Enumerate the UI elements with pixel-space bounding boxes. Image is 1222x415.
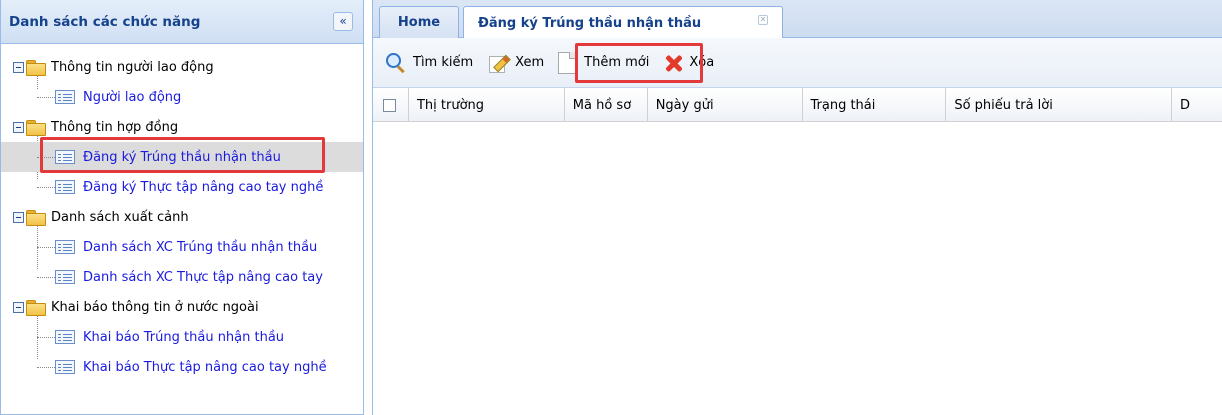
tree-group-label: Khai báo thông tin ở nước ngoài [51,299,259,315]
search-icon [385,52,407,74]
function-list-panel: Danh sách các chức năng « Thông tin ngườ… [0,0,364,415]
grid-body [373,122,1222,415]
folder-open-icon [26,60,46,76]
tree-item-label: Khai báo Thực tập nâng cao tay nghề [83,359,327,375]
tab-strip: Home Đăng ký Trúng thầu nhận thầu ✕ [373,0,1222,39]
new-document-icon [558,51,577,74]
delete-icon [663,52,685,74]
form-list-icon [55,240,75,254]
tree-guide-line [37,157,55,158]
form-list-icon [55,330,75,344]
tree-item-label: Danh sách XC Thực tập nâng cao tay [83,269,323,285]
tree-group-worker-info[interactable]: Thông tin người lao động [1,52,363,82]
delete-button[interactable]: Xóa [659,48,718,78]
collapse-toggle-icon[interactable] [13,61,24,73]
grid-header: Thị trường Mã hồ sơ Ngày gửi Trạng thái … [373,88,1222,122]
edit-icon [487,52,509,74]
tab-home[interactable]: Home [379,6,459,38]
column-header-market[interactable]: Thị trường [409,88,565,122]
tree-guide-line [37,337,55,338]
form-list-icon [55,180,75,194]
tree-guide-line [37,247,55,248]
tree-group-label: Thông tin người lao động [51,59,214,75]
tree-group-contract-info[interactable]: Thông tin hợp đồng [1,112,363,142]
tree-item-label: Đăng ký Thực tập nâng cao tay nghề [83,179,324,195]
tree-item-declare-skill-training[interactable]: Khai báo Thực tập nâng cao tay nghề [1,352,363,382]
tree-guide-line [37,367,55,368]
collapse-toggle-icon[interactable] [13,211,24,223]
tree-guide-line [37,277,55,278]
tree-item-label: Đăng ký Trúng thầu nhận thầu [83,149,281,165]
tree-item-label: Danh sách XC Trúng thầu nhận thầu [83,239,318,255]
column-header-truncated[interactable]: D [1172,88,1222,122]
column-header-response-count[interactable]: Số phiếu trả lời [946,88,1173,122]
select-all-checkbox[interactable] [383,98,396,112]
tree-group-label: Thông tin hợp đồng [51,119,179,135]
form-list-icon [55,270,75,284]
add-new-button[interactable]: Thêm mới [554,48,653,78]
collapse-toggle-icon[interactable] [13,301,24,313]
tree-group-label: Danh sách xuất cảnh [51,209,189,225]
function-list-title: Danh sách các chức năng [9,13,201,30]
view-button[interactable]: Xem [483,48,548,78]
column-header-status[interactable]: Trạng thái [803,88,947,122]
close-icon[interactable]: ✕ [758,15,768,25]
delete-button-label: Xóa [689,55,715,70]
tree-item-exit-skill-training[interactable]: Danh sách XC Thực tập nâng cao tay [1,262,363,292]
collapse-panel-button[interactable]: « [333,12,353,31]
view-button-label: Xem [515,55,545,70]
tree-item-label: Người lao động [83,89,182,105]
add-new-button-label: Thêm mới [584,55,650,70]
content-panel: Home Đăng ký Trúng thầu nhận thầu ✕ Tìm … [372,0,1222,415]
column-header-file-code[interactable]: Mã hồ sơ [565,88,648,122]
folder-open-icon [26,120,46,136]
tree-item-register-skill-training[interactable]: Đăng ký Thực tập nâng cao tay nghề [1,172,363,202]
tree-item-exit-contract-award[interactable]: Danh sách XC Trúng thầu nhận thầu [1,232,363,262]
form-list-icon [55,360,75,374]
tree-item-worker[interactable]: Người lao động [1,82,363,112]
column-header-sent-date[interactable]: Ngày gửi [648,88,803,122]
tree-item-declare-contract-award[interactable]: Khai báo Trúng thầu nhận thầu [1,322,363,352]
tree-group-exit-list[interactable]: Danh sách xuất cảnh [1,202,363,232]
function-tree: Thông tin người lao động Người lao động … [1,44,363,382]
collapse-toggle-icon[interactable] [13,121,24,133]
tree-item-register-contract-award[interactable]: Đăng ký Trúng thầu nhận thầu [1,142,363,172]
tree-guide-line [37,97,55,98]
tree-group-overseas-declaration[interactable]: Khai báo thông tin ở nước ngoài [1,292,363,322]
search-button-label: Tìm kiếm [413,55,474,70]
toolbar: Tìm kiếm Xem Thêm mới Xóa [373,38,1222,88]
search-button[interactable]: Tìm kiếm [381,48,477,78]
tree-item-label: Khai báo Trúng thầu nhận thầu [83,329,285,345]
select-all-cell [373,88,409,122]
tree-guide-line [37,187,55,188]
tab-register-contract-award[interactable]: Đăng ký Trúng thầu nhận thầu ✕ [463,6,783,39]
folder-open-icon [26,300,46,316]
form-list-icon [55,90,75,104]
form-list-icon [55,150,75,164]
tab-label: Đăng ký Trúng thầu nhận thầu [478,15,702,31]
folder-open-icon [26,210,46,226]
function-list-header: Danh sách các chức năng « [1,0,363,44]
